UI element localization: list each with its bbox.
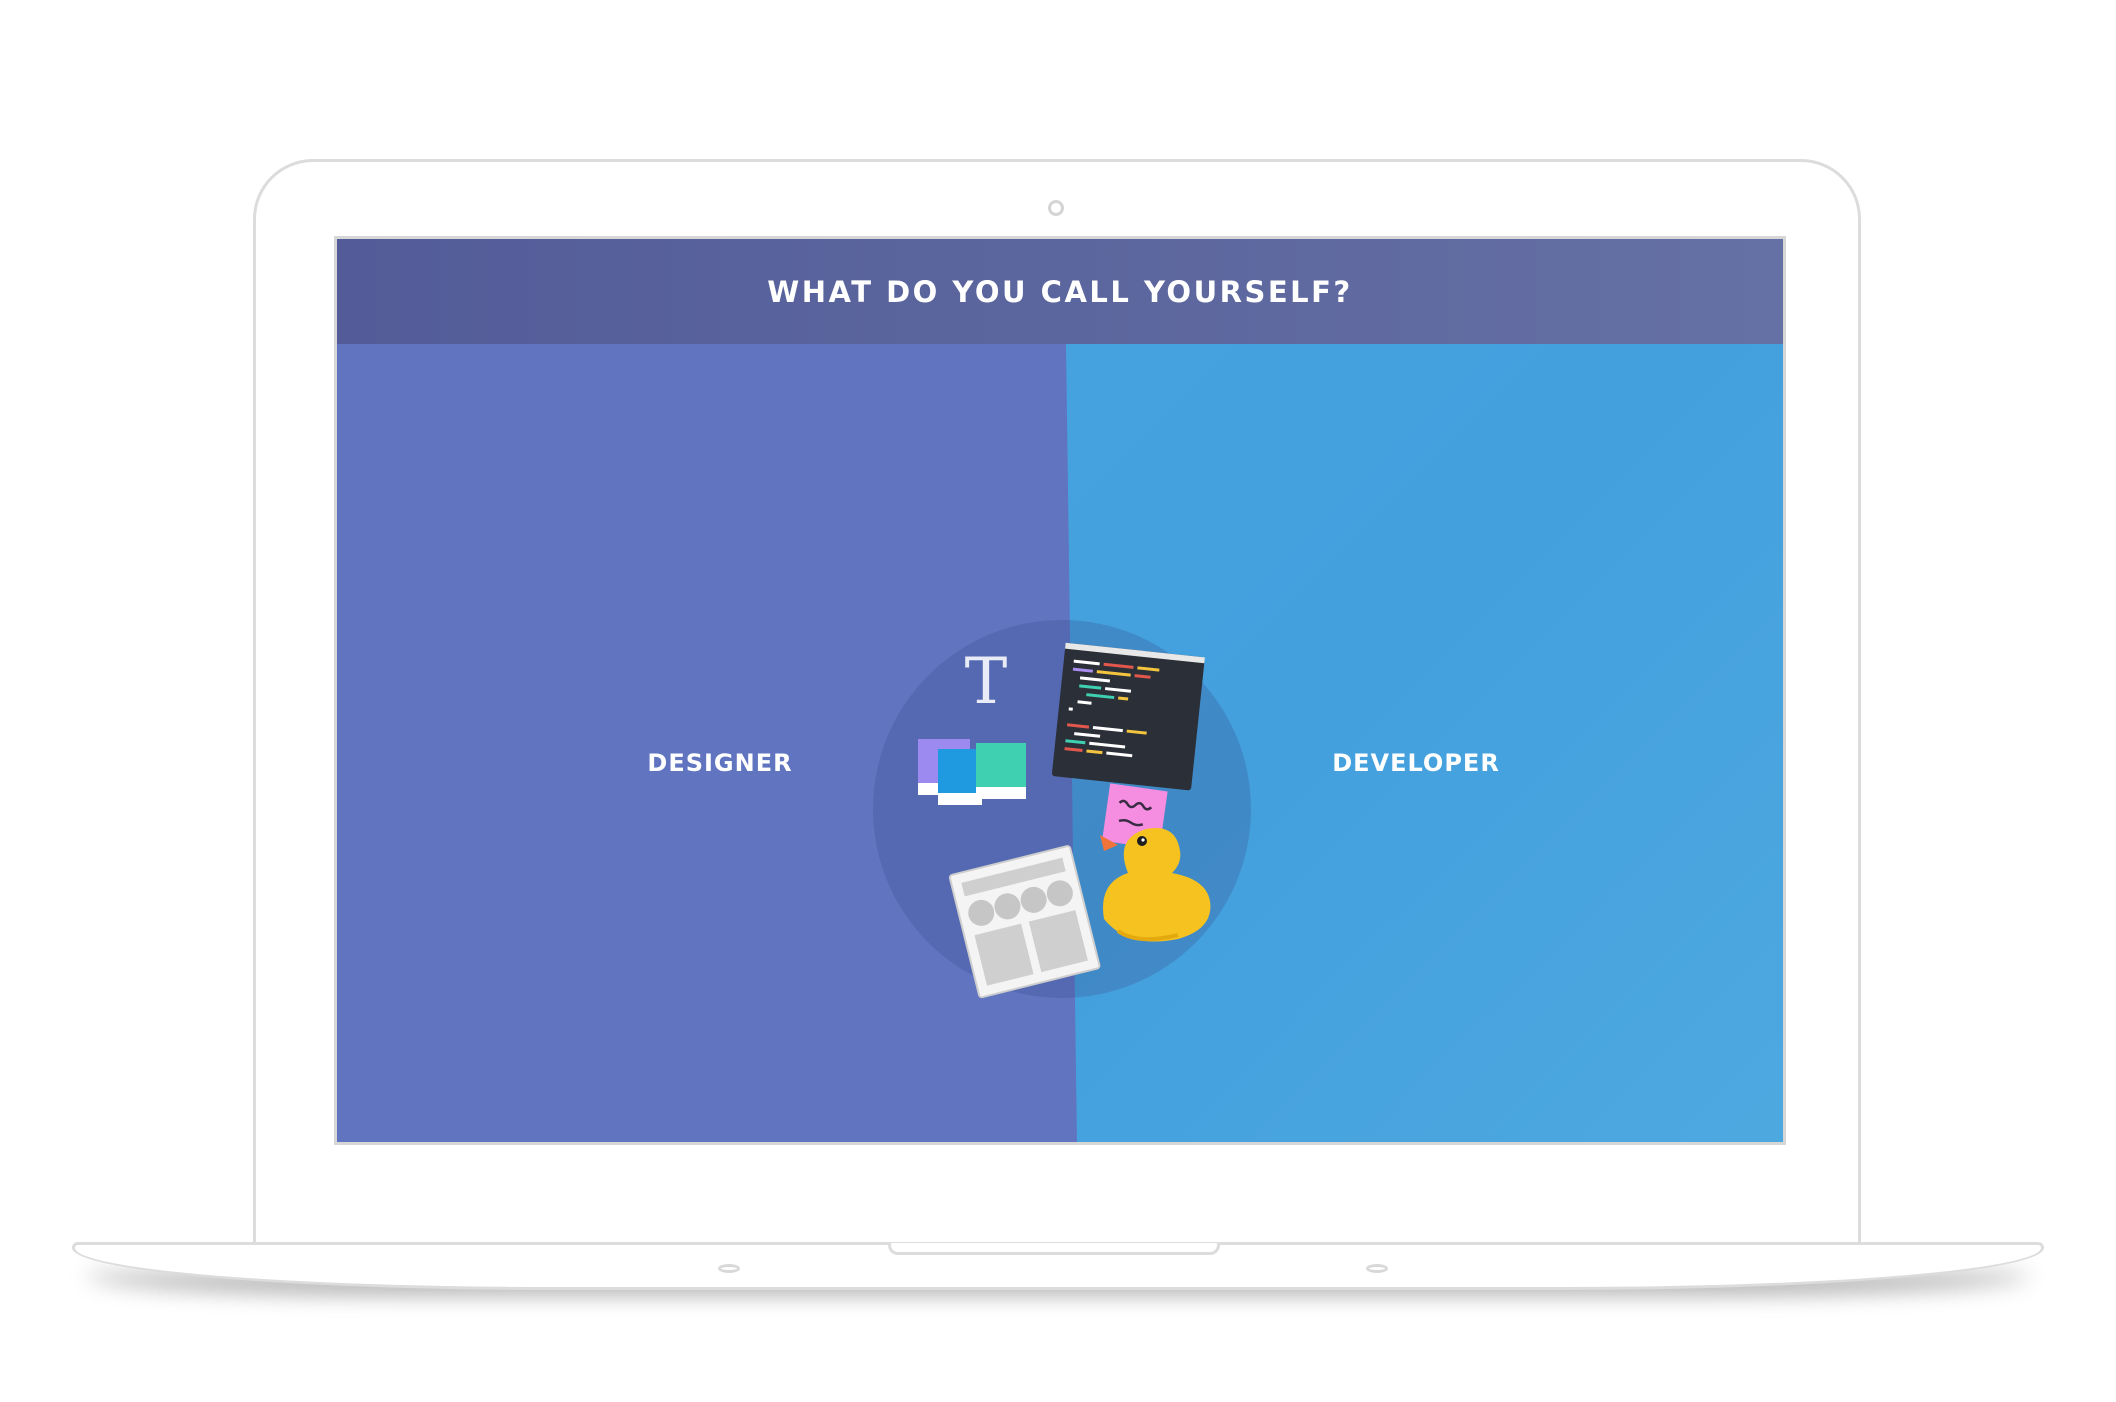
laptop-screen: WHAT DO YOU CALL YOURSELF? DESIGNER DEVE… bbox=[334, 236, 1786, 1145]
typography-icon: T bbox=[965, 645, 1008, 719]
question-header: WHAT DO YOU CALL YOURSELF? bbox=[337, 239, 1783, 344]
code-editor-icon bbox=[1051, 642, 1205, 791]
developer-option-label[interactable]: DEVELOPER bbox=[1332, 749, 1500, 777]
choice-panels: DESIGNER DEVELOPER T bbox=[337, 344, 1783, 1142]
laptop-foot-left bbox=[718, 1264, 740, 1273]
designer-option-label[interactable]: DESIGNER bbox=[647, 749, 792, 777]
page-title: WHAT DO YOU CALL YOURSELF? bbox=[767, 274, 1353, 309]
designer-developer-illustration: T bbox=[872, 619, 1252, 999]
laptop-foot-right bbox=[1366, 1264, 1388, 1273]
webcam-icon bbox=[1048, 200, 1064, 216]
laptop-mockup: WHAT DO YOU CALL YOURSELF? DESIGNER DEVE… bbox=[0, 0, 2116, 1402]
laptop-opening-notch bbox=[888, 1243, 1220, 1255]
